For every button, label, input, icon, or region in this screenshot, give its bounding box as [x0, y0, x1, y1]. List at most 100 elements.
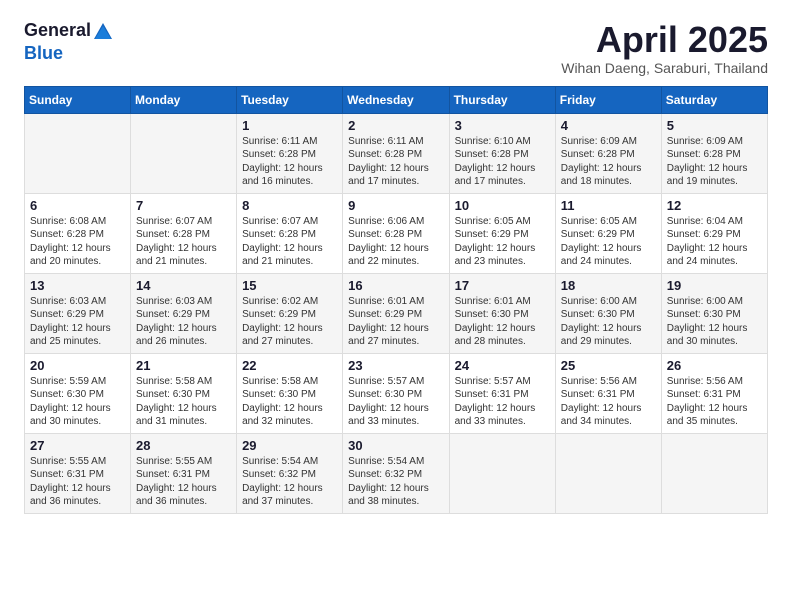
col-header-saturday: Saturday — [661, 86, 767, 113]
day-number: 26 — [667, 358, 762, 373]
day-info: Sunrise: 5:54 AM Sunset: 6:32 PM Dayligh… — [348, 455, 443, 509]
day-info: Sunrise: 6:03 AM Sunset: 6:29 PM Dayligh… — [30, 295, 125, 349]
day-info: Sunrise: 5:56 AM Sunset: 6:31 PM Dayligh… — [667, 375, 762, 429]
calendar-cell: 10Sunrise: 6:05 AM Sunset: 6:29 PM Dayli… — [449, 193, 555, 273]
week-row-3: 13 Sunrise: 6:03 AM Sunset: 6:29 PM Dayli… — [25, 273, 768, 353]
day-number: 24 — [455, 358, 550, 373]
title-area: April 2025 Wihan Daeng, Saraburi, Thaila… — [561, 20, 768, 76]
week-row-4: 20 Sunrise: 5:59 AM Sunset: 6:30 PM Dayli… — [25, 353, 768, 433]
calendar-cell: 11Sunrise: 6:05 AM Sunset: 6:29 PM Dayli… — [555, 193, 661, 273]
col-header-friday: Friday — [555, 86, 661, 113]
calendar-cell: 26 Sunrise: 5:56 AM Sunset: 6:31 PM Dayli… — [661, 353, 767, 433]
month-year-title: April 2025 — [561, 20, 768, 60]
calendar-cell: 25Sunrise: 5:56 AM Sunset: 6:31 PM Dayli… — [555, 353, 661, 433]
day-info: Sunrise: 5:54 AM Sunset: 6:32 PM Dayligh… — [242, 455, 337, 509]
calendar-cell: 14 Sunrise: 6:03 AM Sunset: 6:29 PM Dayli… — [131, 273, 237, 353]
location-subtitle: Wihan Daeng, Saraburi, Thailand — [561, 60, 768, 76]
calendar-cell: 29 Sunrise: 5:54 AM Sunset: 6:32 PM Dayli… — [237, 433, 343, 513]
day-info: Sunrise: 5:57 AM Sunset: 6:30 PM Dayligh… — [348, 375, 443, 429]
day-number: 20 — [30, 358, 125, 373]
calendar-cell — [555, 433, 661, 513]
day-number: 30 — [348, 438, 443, 453]
calendar-cell: 22 Sunrise: 5:58 AM Sunset: 6:30 PM Dayli… — [237, 353, 343, 433]
day-info: Sunrise: 5:56 AM Sunset: 6:31 PM Dayligh… — [561, 375, 656, 429]
week-row-1: 1 Sunrise: 6:11 AM Sunset: 6:28 PM Daylig… — [25, 113, 768, 193]
day-info: Sunrise: 5:59 AM Sunset: 6:30 PM Dayligh… — [30, 375, 125, 429]
week-row-5: 27 Sunrise: 5:55 AM Sunset: 6:31 PM Dayli… — [25, 433, 768, 513]
calendar-cell: 8Sunrise: 6:07 AM Sunset: 6:28 PM Daylig… — [237, 193, 343, 273]
calendar-cell: 6 Sunrise: 6:08 AM Sunset: 6:28 PM Daylig… — [25, 193, 131, 273]
calendar-cell: 30 Sunrise: 5:54 AM Sunset: 6:32 PM Dayli… — [343, 433, 449, 513]
day-number: 23 — [348, 358, 443, 373]
calendar-cell: 5 Sunrise: 6:09 AM Sunset: 6:28 PM Daylig… — [661, 113, 767, 193]
calendar-cell: 4Sunrise: 6:09 AM Sunset: 6:28 PM Daylig… — [555, 113, 661, 193]
calendar-cell: 21 Sunrise: 5:58 AM Sunset: 6:30 PM Dayli… — [131, 353, 237, 433]
day-info: Sunrise: 6:09 AM Sunset: 6:28 PM Dayligh… — [667, 135, 762, 189]
day-info: Sunrise: 6:07 AM Sunset: 6:28 PM Dayligh… — [136, 215, 231, 269]
day-info: Sunrise: 6:11 AM Sunset: 6:28 PM Dayligh… — [348, 135, 443, 189]
day-number: 17 — [455, 278, 550, 293]
day-number: 19 — [667, 278, 762, 293]
day-number: 21 — [136, 358, 231, 373]
calendar-cell: 27 Sunrise: 5:55 AM Sunset: 6:31 PM Dayli… — [25, 433, 131, 513]
calendar-table: SundayMondayTuesdayWednesdayThursdayFrid… — [24, 86, 768, 514]
calendar-cell: 1 Sunrise: 6:11 AM Sunset: 6:28 PM Daylig… — [237, 113, 343, 193]
day-number: 7 — [136, 198, 231, 213]
day-number: 5 — [667, 118, 762, 133]
logo-general: General — [24, 20, 91, 40]
calendar-cell: 16 Sunrise: 6:01 AM Sunset: 6:29 PM Dayli… — [343, 273, 449, 353]
col-header-sunday: Sunday — [25, 86, 131, 113]
day-number: 6 — [30, 198, 125, 213]
calendar-cell: 15 Sunrise: 6:02 AM Sunset: 6:29 PM Dayli… — [237, 273, 343, 353]
col-header-tuesday: Tuesday — [237, 86, 343, 113]
day-info: Sunrise: 6:11 AM Sunset: 6:28 PM Dayligh… — [242, 135, 337, 189]
calendar-cell — [131, 113, 237, 193]
day-info: Sunrise: 5:55 AM Sunset: 6:31 PM Dayligh… — [30, 455, 125, 509]
day-info: Sunrise: 6:00 AM Sunset: 6:30 PM Dayligh… — [667, 295, 762, 349]
day-info: Sunrise: 6:03 AM Sunset: 6:29 PM Dayligh… — [136, 295, 231, 349]
day-info: Sunrise: 6:06 AM Sunset: 6:28 PM Dayligh… — [348, 215, 443, 269]
day-info: Sunrise: 6:10 AM Sunset: 6:28 PM Dayligh… — [455, 135, 550, 189]
day-number: 2 — [348, 118, 443, 133]
day-number: 14 — [136, 278, 231, 293]
col-header-thursday: Thursday — [449, 86, 555, 113]
calendar-cell: 12 Sunrise: 6:04 AM Sunset: 6:29 PM Dayli… — [661, 193, 767, 273]
calendar-cell: 3 Sunrise: 6:10 AM Sunset: 6:28 PM Daylig… — [449, 113, 555, 193]
day-number: 22 — [242, 358, 337, 373]
calendar-header-row: SundayMondayTuesdayWednesdayThursdayFrid… — [25, 86, 768, 113]
day-number: 28 — [136, 438, 231, 453]
day-number: 27 — [30, 438, 125, 453]
day-info: Sunrise: 5:58 AM Sunset: 6:30 PM Dayligh… — [242, 375, 337, 429]
calendar-cell: 23 Sunrise: 5:57 AM Sunset: 6:30 PM Dayli… — [343, 353, 449, 433]
day-info: Sunrise: 6:01 AM Sunset: 6:30 PM Dayligh… — [455, 295, 550, 349]
calendar-cell: 13 Sunrise: 6:03 AM Sunset: 6:29 PM Dayli… — [25, 273, 131, 353]
day-number: 1 — [242, 118, 337, 133]
day-info: Sunrise: 5:55 AM Sunset: 6:31 PM Dayligh… — [136, 455, 231, 509]
day-info: Sunrise: 6:05 AM Sunset: 6:29 PM Dayligh… — [561, 215, 656, 269]
day-info: Sunrise: 6:07 AM Sunset: 6:28 PM Dayligh… — [242, 215, 337, 269]
day-info: Sunrise: 5:57 AM Sunset: 6:31 PM Dayligh… — [455, 375, 550, 429]
day-number: 29 — [242, 438, 337, 453]
day-info: Sunrise: 6:00 AM Sunset: 6:30 PM Dayligh… — [561, 295, 656, 349]
calendar-cell — [449, 433, 555, 513]
day-info: Sunrise: 6:09 AM Sunset: 6:28 PM Dayligh… — [561, 135, 656, 189]
page-header: General Blue April 2025 Wihan Daeng, Sar… — [24, 20, 768, 76]
day-info: Sunrise: 6:02 AM Sunset: 6:29 PM Dayligh… — [242, 295, 337, 349]
day-number: 12 — [667, 198, 762, 213]
calendar-cell — [25, 113, 131, 193]
day-info: Sunrise: 6:01 AM Sunset: 6:29 PM Dayligh… — [348, 295, 443, 349]
day-info: Sunrise: 6:08 AM Sunset: 6:28 PM Dayligh… — [30, 215, 125, 269]
day-number: 16 — [348, 278, 443, 293]
week-row-2: 6 Sunrise: 6:08 AM Sunset: 6:28 PM Daylig… — [25, 193, 768, 273]
calendar-cell: 28 Sunrise: 5:55 AM Sunset: 6:31 PM Dayli… — [131, 433, 237, 513]
col-header-wednesday: Wednesday — [343, 86, 449, 113]
day-info: Sunrise: 5:58 AM Sunset: 6:30 PM Dayligh… — [136, 375, 231, 429]
day-info: Sunrise: 6:04 AM Sunset: 6:29 PM Dayligh… — [667, 215, 762, 269]
logo: General Blue — [24, 20, 115, 64]
logo-blue: Blue — [24, 43, 63, 63]
day-number: 13 — [30, 278, 125, 293]
calendar-cell: 2 Sunrise: 6:11 AM Sunset: 6:28 PM Daylig… — [343, 113, 449, 193]
day-number: 15 — [242, 278, 337, 293]
day-number: 9 — [348, 198, 443, 213]
day-number: 3 — [455, 118, 550, 133]
